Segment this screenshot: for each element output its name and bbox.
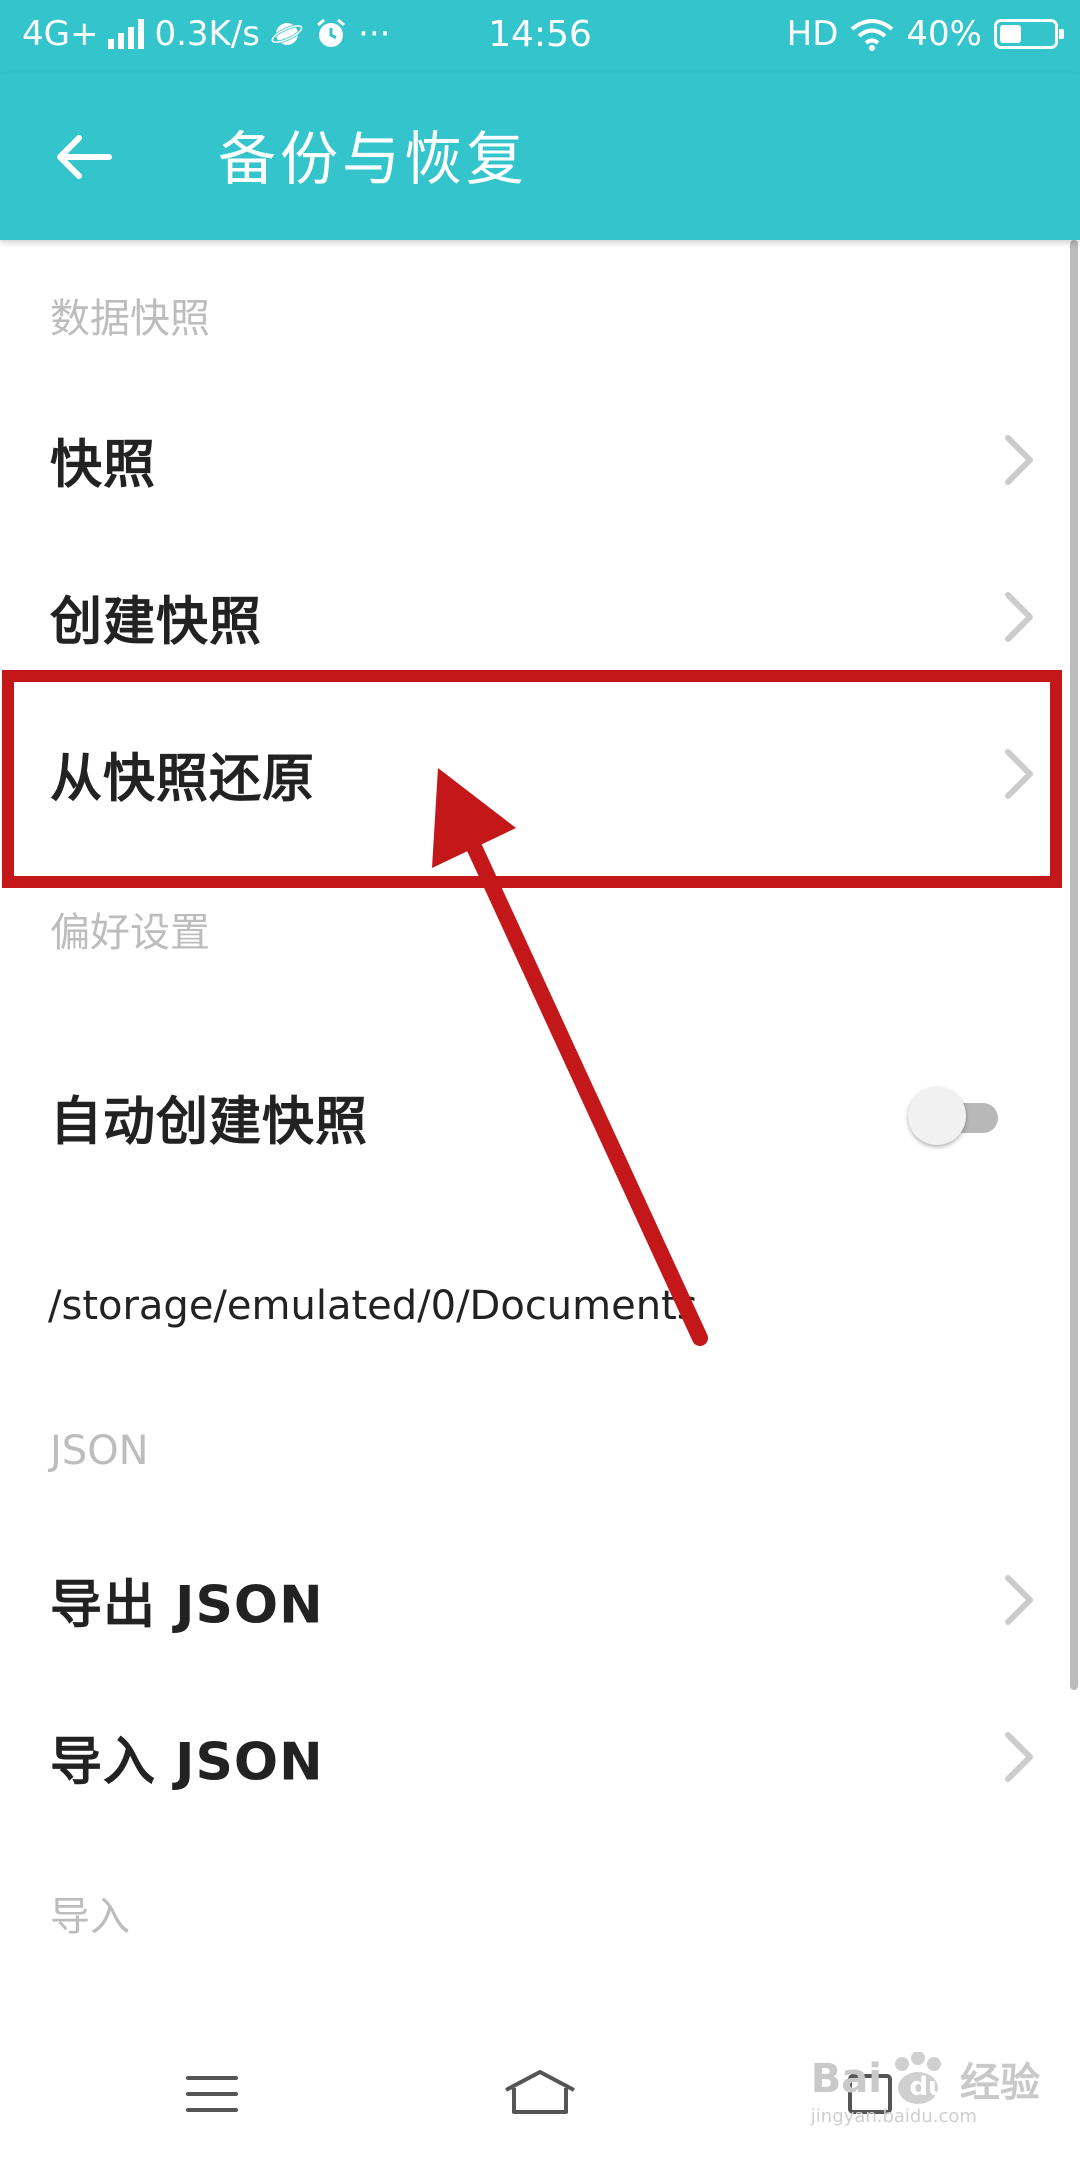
- page-title: 备份与恢复: [218, 125, 529, 193]
- watermark-jingyan: 经验: [960, 2060, 1040, 2106]
- app-bar: 备份与恢复: [0, 74, 1080, 240]
- export-json-label: 导出 JSON: [50, 1575, 324, 1636]
- baidu-watermark: Bai du 经验 jingyan.baidu.com: [810, 2050, 1040, 2127]
- annotation-highlight-box: [2, 670, 1062, 888]
- chevron-right-icon: [1005, 1575, 1033, 1625]
- import-json-label: 导入 JSON: [50, 1732, 324, 1793]
- watermark-brand: Bai: [810, 2056, 882, 2102]
- hd-badge: HD: [786, 14, 839, 54]
- storage-path[interactable]: /storage/emulated/0/Documents: [48, 1283, 698, 1329]
- battery-icon: [994, 19, 1064, 49]
- battery-level: [1000, 25, 1021, 43]
- status-right: HD 40%: [786, 14, 1064, 54]
- menu-button[interactable]: [162, 2044, 262, 2144]
- status-bar: 4G+ 0.3K/s ··· 14:56 HD 40%: [0, 0, 1080, 74]
- section-header-preferences: 偏好设置: [50, 910, 210, 956]
- home-icon: [505, 2070, 575, 2114]
- arrow-left-icon: [57, 135, 112, 179]
- auto-snapshot-toggle[interactable]: [908, 1087, 1000, 1147]
- auto-snapshot-label: 自动创建快照: [50, 1092, 369, 1153]
- section-header-snapshot: 数据快照: [50, 296, 210, 342]
- wifi-icon: [851, 19, 894, 51]
- chevron-right-icon: [1005, 1732, 1033, 1782]
- auto-snapshot-item[interactable]: 自动创建快照: [0, 1042, 1080, 1192]
- home-button[interactable]: [490, 2044, 590, 2144]
- snapshots-item[interactable]: 快照: [0, 385, 1080, 535]
- snapshots-label: 快照: [50, 435, 157, 496]
- chevron-right-icon: [1005, 435, 1033, 485]
- watermark-du: du: [909, 2072, 947, 2102]
- screen: 4G+ 0.3K/s ··· 14:56 HD 40% 备份与恢复 数据快照 快…: [0, 0, 1080, 2160]
- import-json-item[interactable]: 导入 JSON: [0, 1682, 1080, 1832]
- back-button[interactable]: [40, 114, 126, 200]
- scrollbar[interactable]: [1070, 240, 1078, 1690]
- section-header-json: JSON: [50, 1428, 149, 1474]
- export-json-item[interactable]: 导出 JSON: [0, 1525, 1080, 1675]
- chevron-right-icon: [1005, 592, 1033, 642]
- section-header-import: 导入: [50, 1894, 130, 1940]
- battery-percent: 40%: [906, 14, 982, 54]
- watermark-url: jingyan.baidu.com: [810, 2106, 977, 2127]
- create-snapshot-label: 创建快照: [50, 592, 263, 653]
- menu-icon: [186, 2076, 238, 2112]
- toggle-thumb: [908, 1087, 966, 1145]
